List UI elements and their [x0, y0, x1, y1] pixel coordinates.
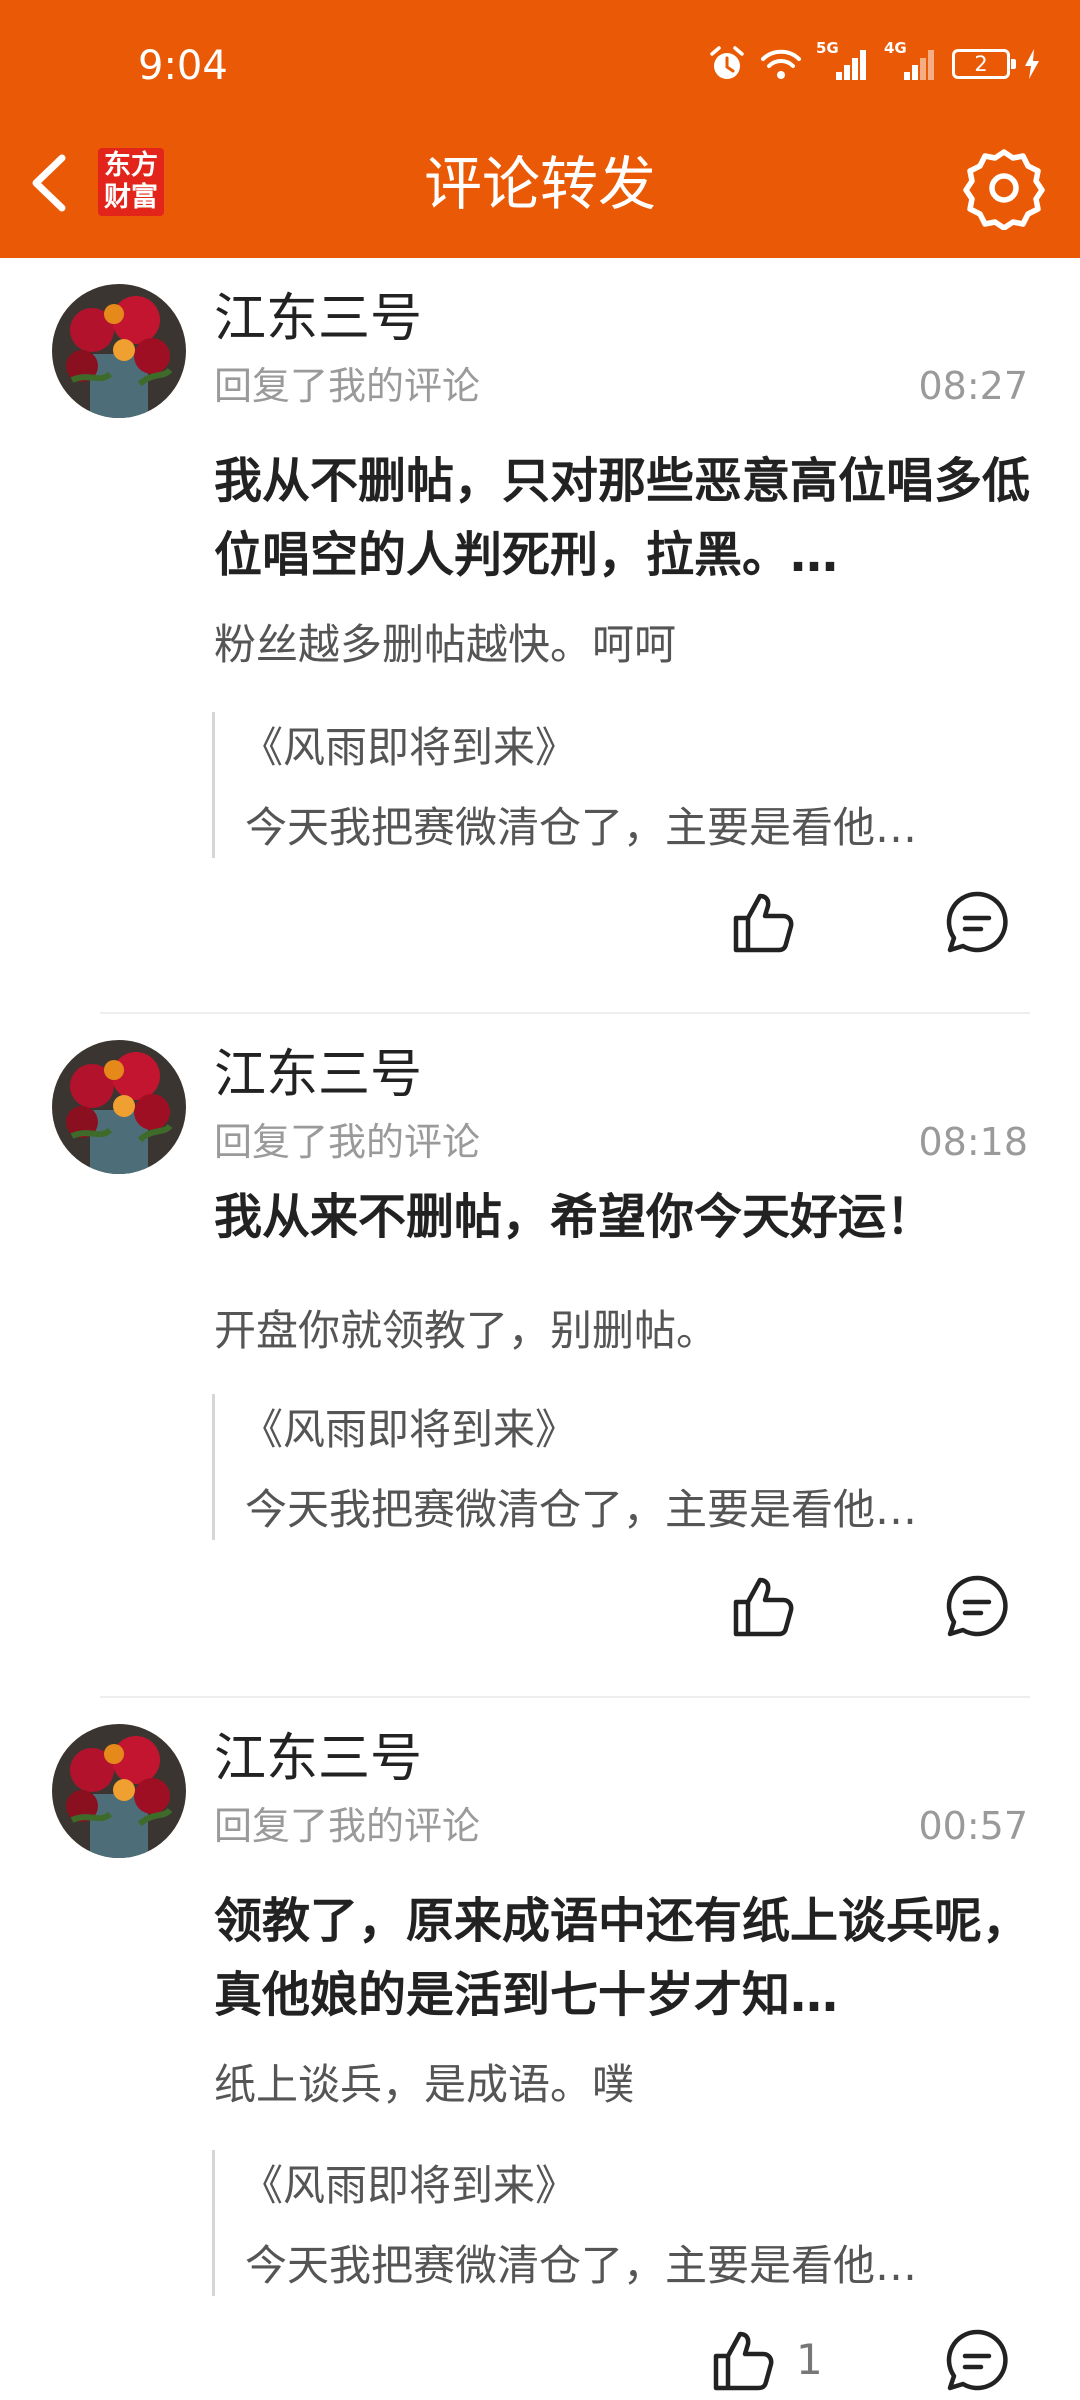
status-time: 9:04: [138, 43, 228, 89]
quoted-post-body: 今天我把赛微清仓了，主要是看他…: [245, 803, 918, 852]
my-comment-text: 粉丝越多删帖越快。呵呵: [214, 620, 677, 669]
page-title: 评论转发: [423, 150, 656, 218]
comment-bubble-icon[interactable]: [942, 1572, 1012, 1642]
status-icons: 5G 4G 2: [708, 40, 1040, 84]
my-comment-text: 纸上谈兵，是成语。噗: [214, 2060, 635, 2109]
username[interactable]: 江东三号: [214, 1044, 422, 1106]
reply-time: 08:18: [918, 1120, 1028, 1164]
reply-time: 00:57: [918, 1804, 1028, 1848]
reply-time: 08:27: [918, 364, 1028, 408]
comment-bubble-icon[interactable]: [942, 888, 1012, 958]
quoted-post-title: 《风雨即将到来》: [241, 1405, 578, 1454]
wifi-icon: [761, 49, 801, 79]
user-avatar[interactable]: [52, 1724, 186, 1858]
app-header: 9:04 5G 4G 2 东方 财富 评论转发: [0, 0, 1080, 258]
comment-bubble-icon[interactable]: [942, 2326, 1012, 2396]
like-thumb-icon[interactable]: [710, 2326, 780, 2396]
reply-action-label: 回复了我的评论: [214, 1804, 481, 1848]
charging-icon: [1025, 49, 1039, 79]
comment-item[interactable]: 江东三号 回复了我的评论 00:57 领教了，原来成语中还有纸上谈兵呢，真他娘的…: [0, 1698, 1080, 2400]
like-thumb-icon[interactable]: [730, 1572, 800, 1642]
quoted-post[interactable]: 《风雨即将到来》 今天我把赛微清仓了，主要是看他…: [212, 2150, 1035, 2296]
settings-gear-icon[interactable]: [962, 146, 1046, 230]
reply-text[interactable]: 我从来不删帖，希望你今天好运！: [214, 1180, 1034, 1254]
username[interactable]: 江东三号: [214, 1728, 422, 1790]
quoted-post-title: 《风雨即将到来》: [241, 2161, 578, 2210]
like-thumb-icon[interactable]: [730, 888, 800, 958]
reply-text[interactable]: 我从不删帖，只对那些恶意高位唱多低位唱空的人判死刑，拉黑。…: [214, 444, 1034, 592]
reply-action-label: 回复了我的评论: [214, 364, 481, 408]
like-count: 1: [796, 2335, 823, 2384]
comment-item[interactable]: 江东三号 回复了我的评论 08:18 我从来不删帖，希望你今天好运！ 开盘你就领…: [0, 1014, 1080, 1698]
quoted-post-title: 《风雨即将到来》: [241, 723, 578, 772]
signal-4g-icon: 4G: [884, 40, 938, 84]
quoted-post-body: 今天我把赛微清仓了，主要是看他…: [245, 2241, 918, 2290]
signal-5g-icon: 5G: [816, 40, 870, 84]
alarm-icon: [710, 46, 744, 79]
reply-text[interactable]: 领教了，原来成语中还有纸上谈兵呢，真他娘的是活到七十岁才知…: [214, 1884, 1034, 2032]
user-avatar[interactable]: [52, 1040, 186, 1174]
quoted-post[interactable]: 《风雨即将到来》 今天我把赛微清仓了，主要是看他…: [212, 712, 1035, 858]
comment-item[interactable]: 江东三号 回复了我的评论 08:27 我从不删帖，只对那些恶意高位唱多低位唱空的…: [0, 258, 1080, 1014]
username[interactable]: 江东三号: [214, 288, 422, 350]
quoted-post[interactable]: 《风雨即将到来》 今天我把赛微清仓了，主要是看他…: [212, 1394, 1035, 1540]
quoted-post-body: 今天我把赛微清仓了，主要是看他…: [245, 1485, 918, 1534]
user-avatar[interactable]: [52, 284, 186, 418]
my-comment-text: 开盘你就领教了，别删帖。: [214, 1306, 719, 1355]
battery-icon: 2: [952, 49, 1016, 79]
reply-action-label: 回复了我的评论: [214, 1120, 481, 1164]
